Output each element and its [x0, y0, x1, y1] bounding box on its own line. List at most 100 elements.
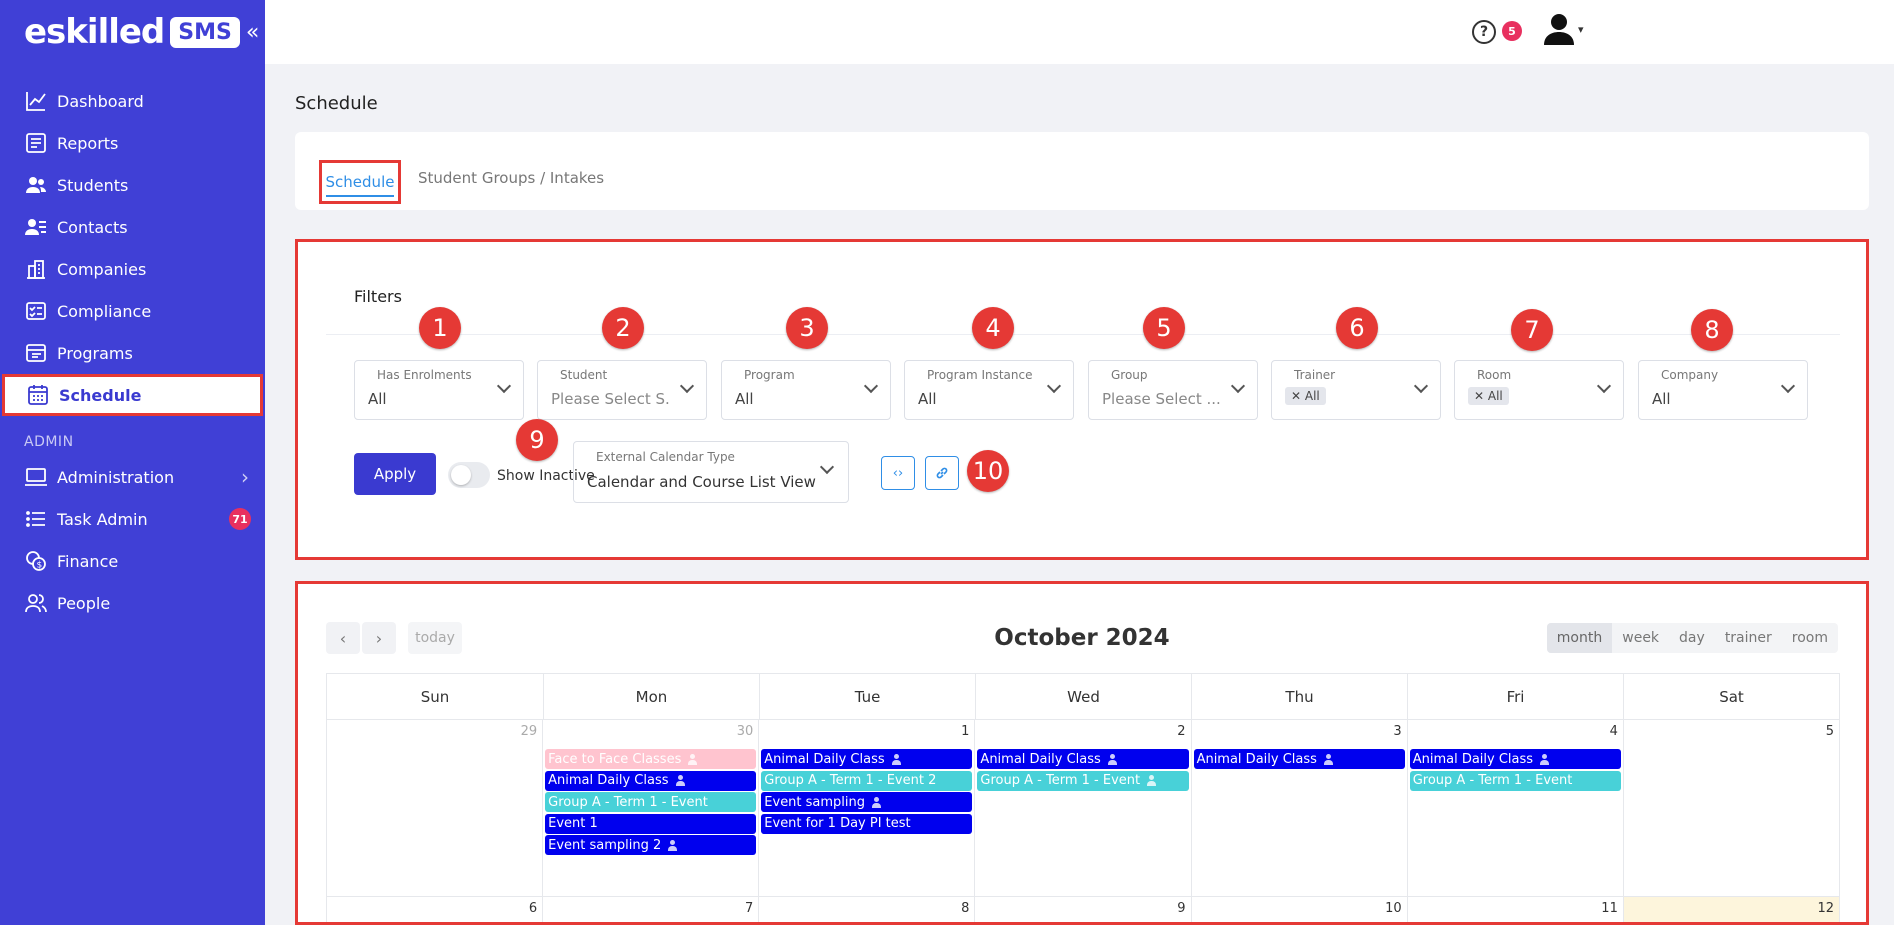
calendar-event[interactable]: Event 1 [545, 813, 757, 834]
sidebar-item-administration[interactable]: Administration › [0, 456, 265, 498]
calendar-event[interactable]: Group A - Term 1 - Event [1409, 770, 1621, 791]
chevron-down-icon [863, 378, 879, 394]
calendar-day[interactable]: 1 Animal Daily Class Group A - Term 1 - E… [759, 720, 976, 896]
day-events: Animal Daily Class Group A - Term 1 - Eve… [977, 749, 1189, 792]
program-instance-select[interactable]: Program Instance All [904, 360, 1074, 420]
program-select[interactable]: Program All [721, 360, 891, 420]
sidebar-item-companies[interactable]: Companies [0, 248, 265, 290]
calendar-event[interactable]: Group A - Term 1 - Event 2 [761, 770, 973, 791]
room-select[interactable]: Room ✕ All [1454, 360, 1624, 420]
sidebar-item-dashboard[interactable]: Dashboard [0, 80, 265, 122]
calendar-event[interactable]: Animal Daily Class [977, 749, 1189, 769]
calendar-day-today[interactable]: 12 [1623, 897, 1840, 922]
tabs-card: Schedule Student Groups / Intakes [295, 132, 1869, 210]
sidebar-item-contacts[interactable]: Contacts [0, 206, 265, 248]
calendar-day[interactable]: 10 [1192, 897, 1408, 922]
sidebar-item-programs[interactable]: Programs [0, 332, 265, 374]
embed-code-button[interactable]: ‹› [881, 456, 915, 490]
day-number: 5 [1825, 724, 1834, 739]
student-select[interactable]: Student Please Select S... [537, 360, 707, 420]
calendar-event[interactable]: Animal Daily Class [761, 749, 973, 769]
chart-line-icon [24, 89, 48, 113]
sidebar-item-schedule[interactable]: Schedule [2, 374, 263, 416]
sidebar-item-reports[interactable]: Reports [0, 122, 265, 164]
calendar-day[interactable]: 29 [327, 720, 544, 896]
chevron-down-icon [1413, 378, 1429, 394]
calendar-day[interactable]: 2 Animal Daily Class Group A - Term 1 - E… [975, 720, 1192, 896]
event-title: Group A - Term 1 - Event [1412, 773, 1573, 788]
remove-chip-icon[interactable]: ✕ [1474, 389, 1484, 403]
person-icon [687, 753, 698, 765]
calendar-event[interactable]: Animal Daily Class [545, 770, 757, 791]
calendar-event[interactable]: Face to Face Classes [545, 749, 757, 769]
marker-3: 3 [786, 307, 828, 349]
day-number: 9 [1177, 901, 1186, 916]
select-label: Trainer [1294, 368, 1336, 382]
room-chip[interactable]: ✕ All [1468, 387, 1509, 405]
logo[interactable]: eskilled SMS « [24, 12, 259, 52]
show-inactive-toggle[interactable] [448, 462, 490, 488]
apply-button[interactable]: Apply [354, 453, 436, 495]
calendar-day[interactable]: 3 Animal Daily Class [1192, 720, 1408, 896]
copy-link-button[interactable] [925, 456, 959, 490]
chevron-down-icon [1780, 378, 1796, 394]
filters-panel: Filters 1 2 3 4 5 6 7 8 Has Enrolments A… [295, 239, 1869, 560]
event-title: Animal Daily Class [1412, 751, 1534, 767]
task-admin-badge: 71 [229, 508, 251, 530]
sidebar-item-label: Task Admin [57, 509, 148, 529]
day-number: 11 [1601, 901, 1618, 916]
topbar [265, 0, 1894, 64]
select-value: Please Select S... [551, 390, 671, 408]
calendar-day[interactable]: 8 [759, 897, 976, 922]
view-week-button[interactable]: week [1612, 623, 1669, 653]
person-icon [1146, 775, 1157, 786]
list-icon [24, 507, 48, 531]
calendar-event[interactable]: Group A - Term 1 - Event [977, 770, 1189, 791]
person-icon [1323, 753, 1334, 765]
trainer-chip[interactable]: ✕ All [1285, 387, 1326, 405]
view-day-button[interactable]: day [1669, 623, 1715, 653]
calendar-day[interactable]: 4 Animal Daily Class Group A - Term 1 - E… [1408, 720, 1624, 896]
calendar-event[interactable]: Event sampling [761, 792, 973, 812]
group-select[interactable]: Group Please Select ... [1088, 360, 1258, 420]
sidebar-item-students[interactable]: Students [0, 164, 265, 206]
calendar-day[interactable]: 7 [543, 897, 760, 922]
view-trainer-button[interactable]: trainer [1715, 623, 1782, 653]
coins-icon: $ [24, 549, 48, 573]
weekday-wed: Wed [975, 674, 1191, 719]
calendar-day[interactable]: 6 [327, 897, 544, 922]
select-value: All [735, 390, 754, 408]
calendar-day[interactable]: 5 [1624, 720, 1840, 896]
svg-text:$: $ [37, 561, 43, 571]
calendar-event[interactable]: Event sampling 2 [545, 835, 757, 855]
help-icon[interactable]: ? [1472, 20, 1496, 44]
user-menu[interactable]: ▾ [1542, 12, 1584, 46]
calendar-day[interactable]: 30 Face to Face Classes Animal Daily Clas… [543, 720, 760, 896]
event-title: Event sampling 2 [548, 837, 662, 853]
calendar-event[interactable]: Event for 1 Day PI test [761, 813, 973, 834]
company-select[interactable]: Company All [1638, 360, 1808, 420]
calendar-event[interactable]: Animal Daily Class [1409, 749, 1621, 769]
trainer-select[interactable]: Trainer ✕ All [1271, 360, 1441, 420]
sidebar-item-finance[interactable]: $ Finance [0, 540, 265, 582]
tab-schedule[interactable]: Schedule [319, 160, 401, 204]
calendar-week: 29 30 Face to Face Classes Animal Daily C… [326, 720, 1840, 897]
calendar-day[interactable]: 9 [975, 897, 1192, 922]
external-calendar-type-select[interactable]: External Calendar Type Calendar and Cour… [573, 441, 849, 503]
day-number: 4 [1609, 724, 1618, 739]
view-room-button[interactable]: room [1782, 623, 1838, 653]
person-icon [667, 839, 678, 851]
has-enrolments-select[interactable]: Has Enrolments All [354, 360, 524, 420]
sidebar-item-people[interactable]: People [0, 582, 265, 624]
calendar-event[interactable]: Animal Daily Class [1193, 749, 1405, 769]
view-month-button[interactable]: month [1546, 623, 1613, 653]
calendar-day[interactable]: 11 [1408, 897, 1624, 922]
select-value: Calendar and Course List View [587, 473, 816, 491]
tab-student-groups[interactable]: Student Groups / Intakes [418, 169, 604, 187]
day-number: 8 [961, 901, 970, 916]
sidebar-item-task-admin[interactable]: Task Admin 71 [0, 498, 265, 540]
collapse-sidebar-icon[interactable]: « [246, 20, 259, 45]
sidebar-item-compliance[interactable]: Compliance [0, 290, 265, 332]
calendar-event[interactable]: Group A - Term 1 - Event [545, 792, 757, 812]
remove-chip-icon[interactable]: ✕ [1291, 389, 1301, 403]
